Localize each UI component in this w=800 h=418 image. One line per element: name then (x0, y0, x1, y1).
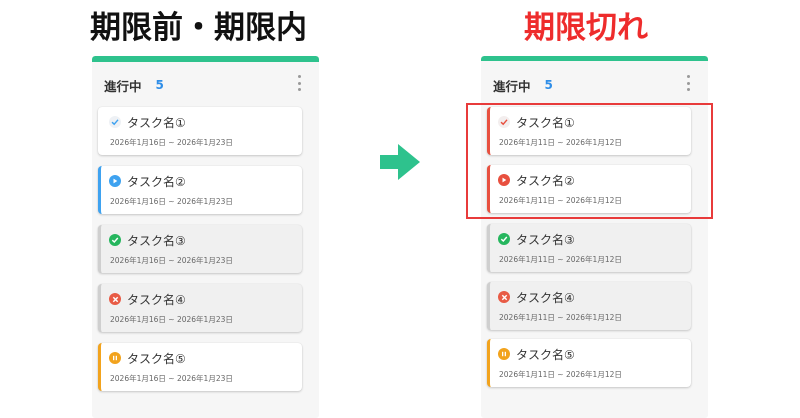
column-count: 5 (155, 78, 164, 92)
task-title: タスク名③ (516, 233, 575, 247)
task-title: タスク名③ (127, 234, 186, 248)
task-card[interactable]: タスク名④ 2026年1月11日 ~ 2026年1月12日 (487, 282, 691, 330)
kanban-column-before: 進行中 5 タスク名① 2026年1月16日 ~ 2026年1月23日 タスク名… (92, 56, 319, 418)
task-title: タスク名⑤ (127, 352, 186, 366)
task-date: 2026年1月16日 ~ 2026年1月23日 (110, 197, 233, 206)
kebab-menu-icon[interactable] (297, 75, 301, 91)
task-card[interactable]: タスク名③ 2026年1月16日 ~ 2026年1月23日 (98, 225, 302, 273)
task-date: 2026年1月16日 ~ 2026年1月23日 (110, 138, 233, 147)
task-card[interactable]: タスク名④ 2026年1月16日 ~ 2026年1月23日 (98, 284, 302, 332)
before-deadline-heading: 期限前・期限内 (90, 10, 307, 46)
task-card[interactable]: タスク名② 2026年1月16日 ~ 2026年1月23日 (98, 166, 302, 214)
task-date: 2026年1月11日 ~ 2026年1月12日 (499, 313, 622, 322)
task-date: 2026年1月16日 ~ 2026年1月23日 (110, 315, 233, 324)
task-date: 2026年1月11日 ~ 2026年1月12日 (499, 370, 622, 379)
overdue-highlight-box (466, 103, 713, 219)
task-title: タスク名⑤ (516, 348, 575, 362)
column-header: 進行中 5 (104, 76, 164, 94)
play-icon (109, 175, 121, 187)
check-circle-icon (498, 233, 510, 245)
task-title: タスク名① (127, 116, 186, 130)
task-card[interactable]: タスク名③ 2026年1月11日 ~ 2026年1月12日 (487, 224, 691, 272)
task-title: タスク名④ (516, 291, 575, 305)
task-card[interactable]: タスク名⑤ 2026年1月16日 ~ 2026年1月23日 (98, 343, 302, 391)
task-date: 2026年1月11日 ~ 2026年1月12日 (499, 255, 622, 264)
column-count: 5 (544, 78, 553, 92)
close-circle-icon (498, 291, 510, 303)
check-icon (109, 116, 121, 128)
column-top-bar (481, 56, 708, 61)
check-circle-icon (109, 234, 121, 246)
column-top-bar (92, 56, 319, 62)
close-circle-icon (109, 293, 121, 305)
column-header: 進行中 5 (493, 76, 553, 94)
overdue-heading: 期限切れ (524, 10, 648, 46)
pause-icon (498, 348, 510, 360)
task-date: 2026年1月16日 ~ 2026年1月23日 (110, 256, 233, 265)
task-title: タスク名④ (127, 293, 186, 307)
arrow-right-icon (380, 144, 420, 180)
task-card[interactable]: タスク名① 2026年1月16日 ~ 2026年1月23日 (98, 107, 302, 155)
column-title: 進行中 (493, 78, 531, 94)
pause-icon (109, 352, 121, 364)
task-title: タスク名② (127, 175, 186, 189)
column-title: 進行中 (104, 78, 142, 94)
kebab-menu-icon[interactable] (686, 75, 690, 91)
task-date: 2026年1月16日 ~ 2026年1月23日 (110, 374, 233, 383)
task-card[interactable]: タスク名⑤ 2026年1月11日 ~ 2026年1月12日 (487, 339, 691, 387)
